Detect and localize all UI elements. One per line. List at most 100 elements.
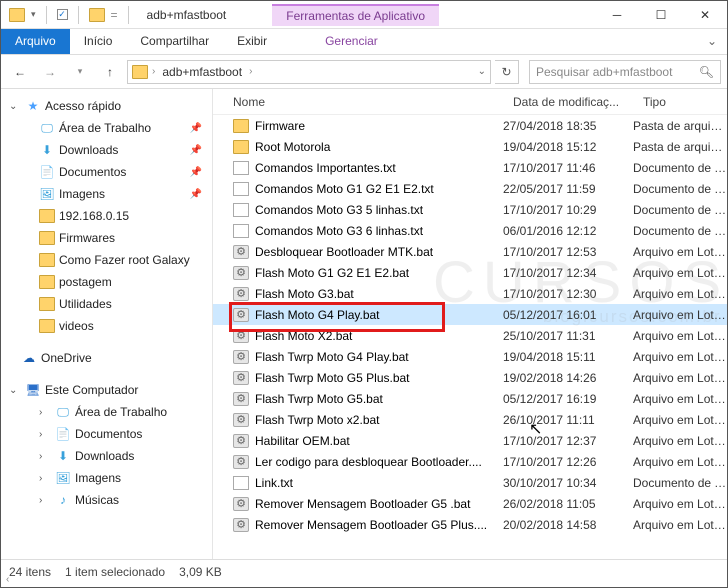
bat-icon: ⚙ [233,371,249,385]
minimize-button[interactable]: ─ [595,1,639,29]
sidebar-item[interactable]: Como Fazer root Galaxy [1,249,212,271]
window-title: adb+mfastboot [141,8,233,22]
file-date: 17/10/2017 12:34 [503,266,633,280]
file-type: Documento de Te... [633,224,727,238]
file-type: Arquivo em Lotes ... [633,518,727,532]
chevron-down-icon[interactable]: ⌄ [9,385,21,396]
pin-icon: 📌 [190,123,202,134]
chevron-right-icon[interactable]: › [39,429,51,440]
search-box[interactable]: Pesquisar adb+mfastboot 🔍︎ [529,60,721,84]
tab-inicio[interactable]: Início [70,29,127,54]
txt-icon [233,161,249,175]
maximize-button[interactable]: ☐ [639,1,683,29]
sidebar-item[interactable]: videos [1,315,212,337]
chevron-right-icon[interactable]: › [249,66,252,77]
file-row[interactable]: Root Motorola19/04/2018 15:12Pasta de ar… [213,136,727,157]
file-row[interactable]: ⚙Flash Twrp Moto G4 Play.bat19/04/2018 1… [213,346,727,367]
file-row[interactable]: ⚙Ler codigo para desbloquear Bootloader.… [213,451,727,472]
chevron-right-icon[interactable]: › [152,66,155,77]
file-type: Documento de Te... [633,182,727,196]
file-row[interactable]: Comandos Moto G1 G2 E1 E2.txt22/05/2017 … [213,178,727,199]
sidebar-item[interactable]: ›🖼Imagens [1,467,212,489]
file-row[interactable]: ⚙Desbloquear Bootloader MTK.bat17/10/201… [213,241,727,262]
file-row[interactable]: ⚙Habilitar OEM.bat17/10/2017 12:37Arquiv… [213,430,727,451]
bat-icon: ⚙ [233,392,249,406]
tab-arquivo[interactable]: Arquivo [1,29,70,54]
file-date: 26/10/2017 11:11 [503,413,633,427]
history-dropdown[interactable]: ▾ [67,60,93,84]
file-row[interactable]: ⚙Flash Moto G1 G2 E1 E2.bat17/10/2017 12… [213,262,727,283]
file-row[interactable]: ⚙Remover Mensagem Bootloader G5 Plus....… [213,514,727,535]
file-row[interactable]: ⚙Remover Mensagem Bootloader G5 .bat26/0… [213,493,727,514]
column-name[interactable]: Nome [213,95,503,109]
tab-gerenciar[interactable]: Gerenciar [311,29,392,54]
app-icon [9,8,25,22]
chevron-right-icon[interactable]: › [39,451,51,462]
ribbon: Arquivo Início Compartilhar Exibir Geren… [1,29,727,55]
sidebar-item[interactable]: 📄Documentos📌 [1,161,212,183]
file-row[interactable]: Comandos Moto G3 6 linhas.txt06/01/2016 … [213,220,727,241]
sidebar-item[interactable]: 🖵Área de Trabalho📌 [1,117,212,139]
chevron-right-icon[interactable]: › [39,473,51,484]
sidebar-item[interactable]: 🖼Imagens📌 [1,183,212,205]
label: Área de Trabalho [75,405,167,419]
folder-icon[interactable] [89,8,105,22]
breadcrumb[interactable]: adb+mfastboot [159,65,245,79]
file-row[interactable]: ⚙Flash Moto X2.bat25/10/2017 11:31Arquiv… [213,325,727,346]
refresh-button[interactable]: ↻ [495,60,519,84]
dl-icon: ⬇ [39,143,55,157]
tab-exibir[interactable]: Exibir [223,29,281,54]
sidebar-item[interactable]: 192.168.0.15 [1,205,212,227]
file-date: 27/04/2018 18:35 [503,119,633,133]
folder-icon [132,65,148,79]
column-date[interactable]: Data de modificaç... [503,95,633,109]
sidebar-this-pc[interactable]: ⌄ 🖥 Este Computador [1,379,212,401]
sidebar-onedrive[interactable]: ☁ OneDrive [1,347,212,369]
chevron-right-icon[interactable]: › [39,495,51,506]
sidebar-item[interactable]: Firmwares [1,227,212,249]
dl-icon: ⬇ [55,449,71,463]
bat-icon: ⚙ [233,308,249,322]
bat-icon: ⚙ [233,287,249,301]
txt-icon [233,182,249,196]
file-name: Habilitar OEM.bat [255,434,350,448]
bat-icon: ⚙ [233,497,249,511]
sidebar-quick-access[interactable]: ⌄ ★ Acesso rápido [1,95,212,117]
file-row[interactable]: Comandos Moto G3 5 linhas.txt17/10/2017 … [213,199,727,220]
file-type: Arquivo em Lotes ... [633,497,727,511]
file-row[interactable]: ⚙Flash Moto G4 Play.bat05/12/2017 16:01A… [213,304,727,325]
file-row[interactable]: Firmware27/04/2018 18:35Pasta de arquivo… [213,115,727,136]
down-arrow-icon[interactable]: ▾ [31,9,36,20]
file-row[interactable]: ⚙Flash Twrp Moto G5 Plus.bat19/02/2018 1… [213,367,727,388]
file-date: 17/10/2017 11:46 [503,161,633,175]
ribbon-expand-icon[interactable]: ⌄ [697,29,727,54]
chevron-right-icon[interactable]: › [39,407,51,418]
file-row[interactable]: ⚙Flash Twrp Moto G5.bat05/12/2017 16:19A… [213,388,727,409]
tab-compartilhar[interactable]: Compartilhar [126,29,223,54]
bat-icon: ⚙ [233,245,249,259]
file-row[interactable]: ⚙Flash Twrp Moto x2.bat26/10/2017 11:11A… [213,409,727,430]
back-button[interactable]: ← [7,60,33,84]
address-dropdown-icon[interactable]: ⌄ [478,66,486,77]
file-list-area: Nome Data de modificaç... Tipo Firmware2… [213,89,727,559]
file-type: Arquivo em Lotes ... [633,329,727,343]
folder-icon [39,253,55,267]
label: Músicas [75,493,119,507]
checkbox-icon[interactable]: ✓ [57,9,68,20]
address-bar[interactable]: › adb+mfastboot › ⌄ [127,60,491,84]
up-button[interactable]: ↑ [97,60,123,84]
chevron-down-icon[interactable]: ⌄ [9,101,21,112]
close-button[interactable]: ✕ [683,1,727,29]
sidebar-item[interactable]: ›⬇Downloads [1,445,212,467]
sidebar-item[interactable]: ⬇Downloads📌 [1,139,212,161]
sidebar-item[interactable]: Utilidades [1,293,212,315]
file-row[interactable]: Comandos Importantes.txt17/10/2017 11:46… [213,157,727,178]
sidebar-item[interactable]: postagem [1,271,212,293]
file-row[interactable]: ⚙Flash Moto G3.bat17/10/2017 12:30Arquiv… [213,283,727,304]
sidebar-item[interactable]: ›🖵Área de Trabalho [1,401,212,423]
file-row[interactable]: Link.txt30/10/2017 10:34Documento de Te.… [213,472,727,493]
forward-button[interactable]: → [37,60,63,84]
column-type[interactable]: Tipo [633,95,727,109]
sidebar-item[interactable]: ›📄Documentos [1,423,212,445]
sidebar-item[interactable]: ›♪Músicas [1,489,212,511]
